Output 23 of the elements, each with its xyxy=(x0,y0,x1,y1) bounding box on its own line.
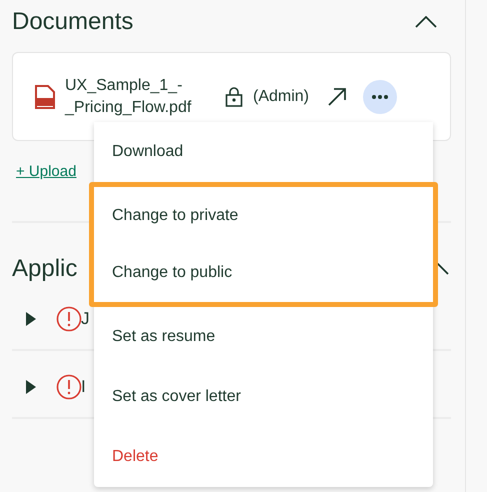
menu-item[interactable]: Change to public xyxy=(94,244,433,302)
application-title[interactable]: J xyxy=(81,309,90,329)
menu-item[interactable]: Set as resume xyxy=(94,307,433,367)
file-name[interactable]: UX_Sample_1_-_Pricing_Flow.pdf xyxy=(65,74,215,118)
application-title[interactable]: I xyxy=(81,377,86,397)
access-label: (Admin) xyxy=(253,88,310,106)
menu-item[interactable]: Change to private xyxy=(94,187,433,244)
ellipsis-icon xyxy=(372,94,388,98)
menu-item[interactable]: Download xyxy=(94,122,433,182)
more-button[interactable] xyxy=(363,80,398,114)
lock-icon xyxy=(225,86,243,106)
alert-icon xyxy=(56,374,82,400)
menu-item[interactable]: Delete xyxy=(94,427,433,487)
expand-triangle-icon[interactable] xyxy=(26,312,36,326)
section-heading: Documents xyxy=(12,8,134,36)
alert-icon xyxy=(56,306,82,332)
chevron-icon[interactable] xyxy=(415,16,437,28)
expand-triangle-icon[interactable] xyxy=(26,380,36,394)
pdf-icon xyxy=(35,84,55,108)
menu-item[interactable]: Set as cover letter xyxy=(94,367,433,427)
external-link-icon[interactable] xyxy=(327,86,348,106)
upload-link[interactable]: + Upload xyxy=(16,163,76,180)
section-heading: Applic xyxy=(12,255,78,283)
